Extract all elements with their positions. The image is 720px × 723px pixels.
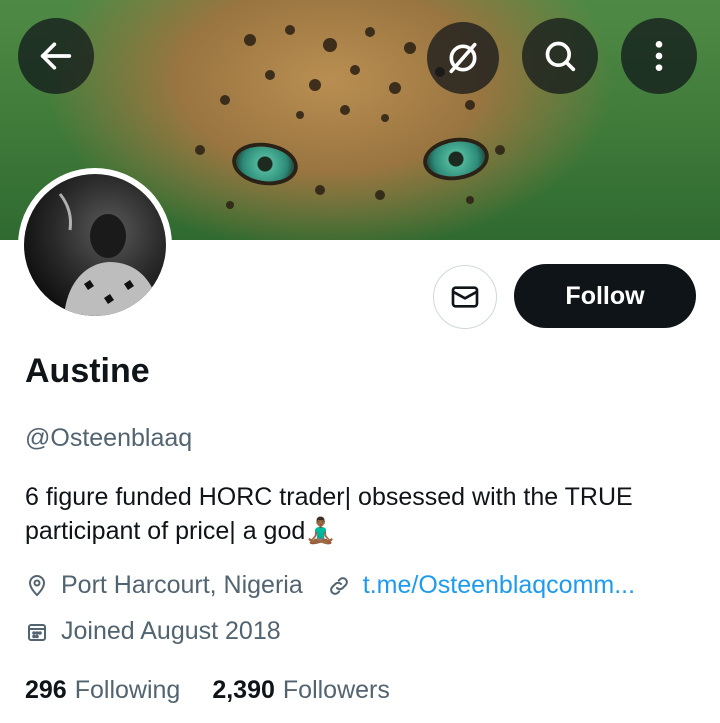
profile-bio: 6 figure funded HORC trader| obsessed wi… (25, 483, 633, 545)
search-button[interactable] (522, 18, 598, 94)
envelope-icon (451, 286, 479, 308)
followers-label: Followers (282, 676, 390, 704)
search-icon (545, 41, 576, 72)
location-pin-icon (28, 574, 46, 596)
link-icon (329, 576, 348, 595)
profile-joined-date: Joined August 2018 (61, 617, 281, 645)
profile-location: Port Harcourt, Nigeria (61, 571, 303, 599)
profile-name: Austine (25, 352, 150, 390)
following-count: 296 (25, 676, 67, 704)
following-label: Following (74, 676, 181, 704)
profile-website-link[interactable]: t.me/Osteenblaqcomm... (363, 571, 635, 600)
profile-stats: 296 Following 2,390 Followers (25, 676, 422, 705)
follow-button[interactable]: Follow (514, 264, 696, 328)
more-button[interactable] (621, 18, 697, 94)
profile-meta-location-link: Port Harcourt, Nigeria t.me/Osteenblaqco… (25, 571, 635, 600)
followers-stat[interactable]: 2,390 Followers (212, 676, 390, 705)
avatar[interactable] (18, 168, 172, 322)
followers-count: 2,390 (212, 676, 275, 704)
back-button[interactable] (18, 18, 94, 94)
following-stat[interactable]: 296 Following (25, 676, 180, 705)
calendar-icon (28, 623, 46, 641)
grok-icon (449, 42, 477, 74)
profile-handle: @Osteenblaaq (25, 424, 193, 452)
avatar-photo (24, 174, 166, 316)
grok-button[interactable] (427, 22, 499, 94)
more-vertical-icon (655, 41, 663, 71)
arrow-left-icon (40, 42, 72, 70)
profile-meta-joined: Joined August 2018 (25, 617, 281, 646)
message-button[interactable] (433, 265, 497, 329)
